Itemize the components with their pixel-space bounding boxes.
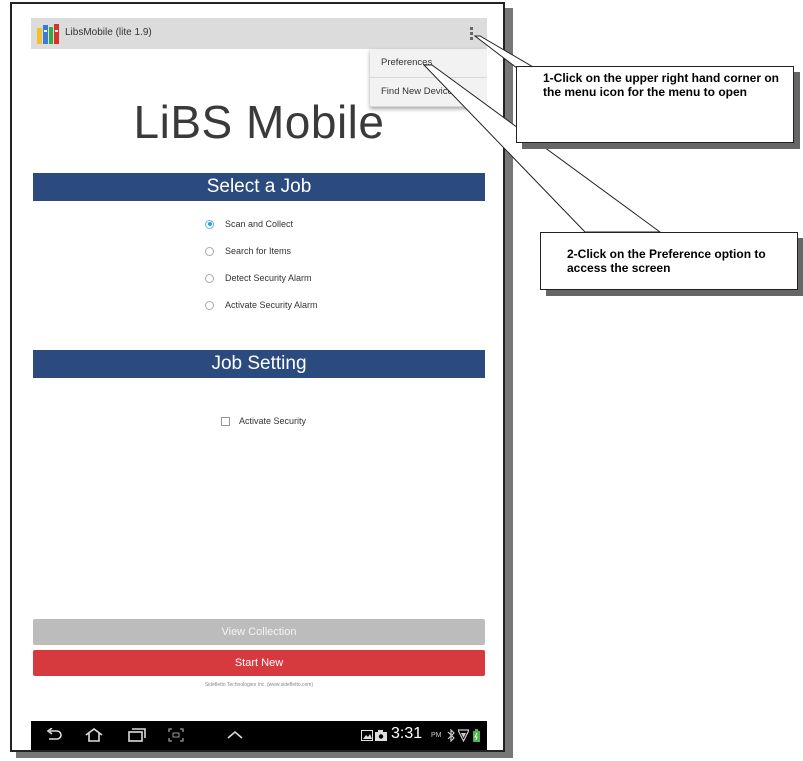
callout-2-text: 2-Click on the Preference option to acce… (567, 247, 766, 275)
callout-1: 1-Click on the upper right hand corner o… (516, 66, 794, 143)
callout-1-text: 1-Click on the upper right hand corner o… (543, 71, 780, 99)
callout-2: 2-Click on the Preference option to acce… (540, 232, 798, 290)
